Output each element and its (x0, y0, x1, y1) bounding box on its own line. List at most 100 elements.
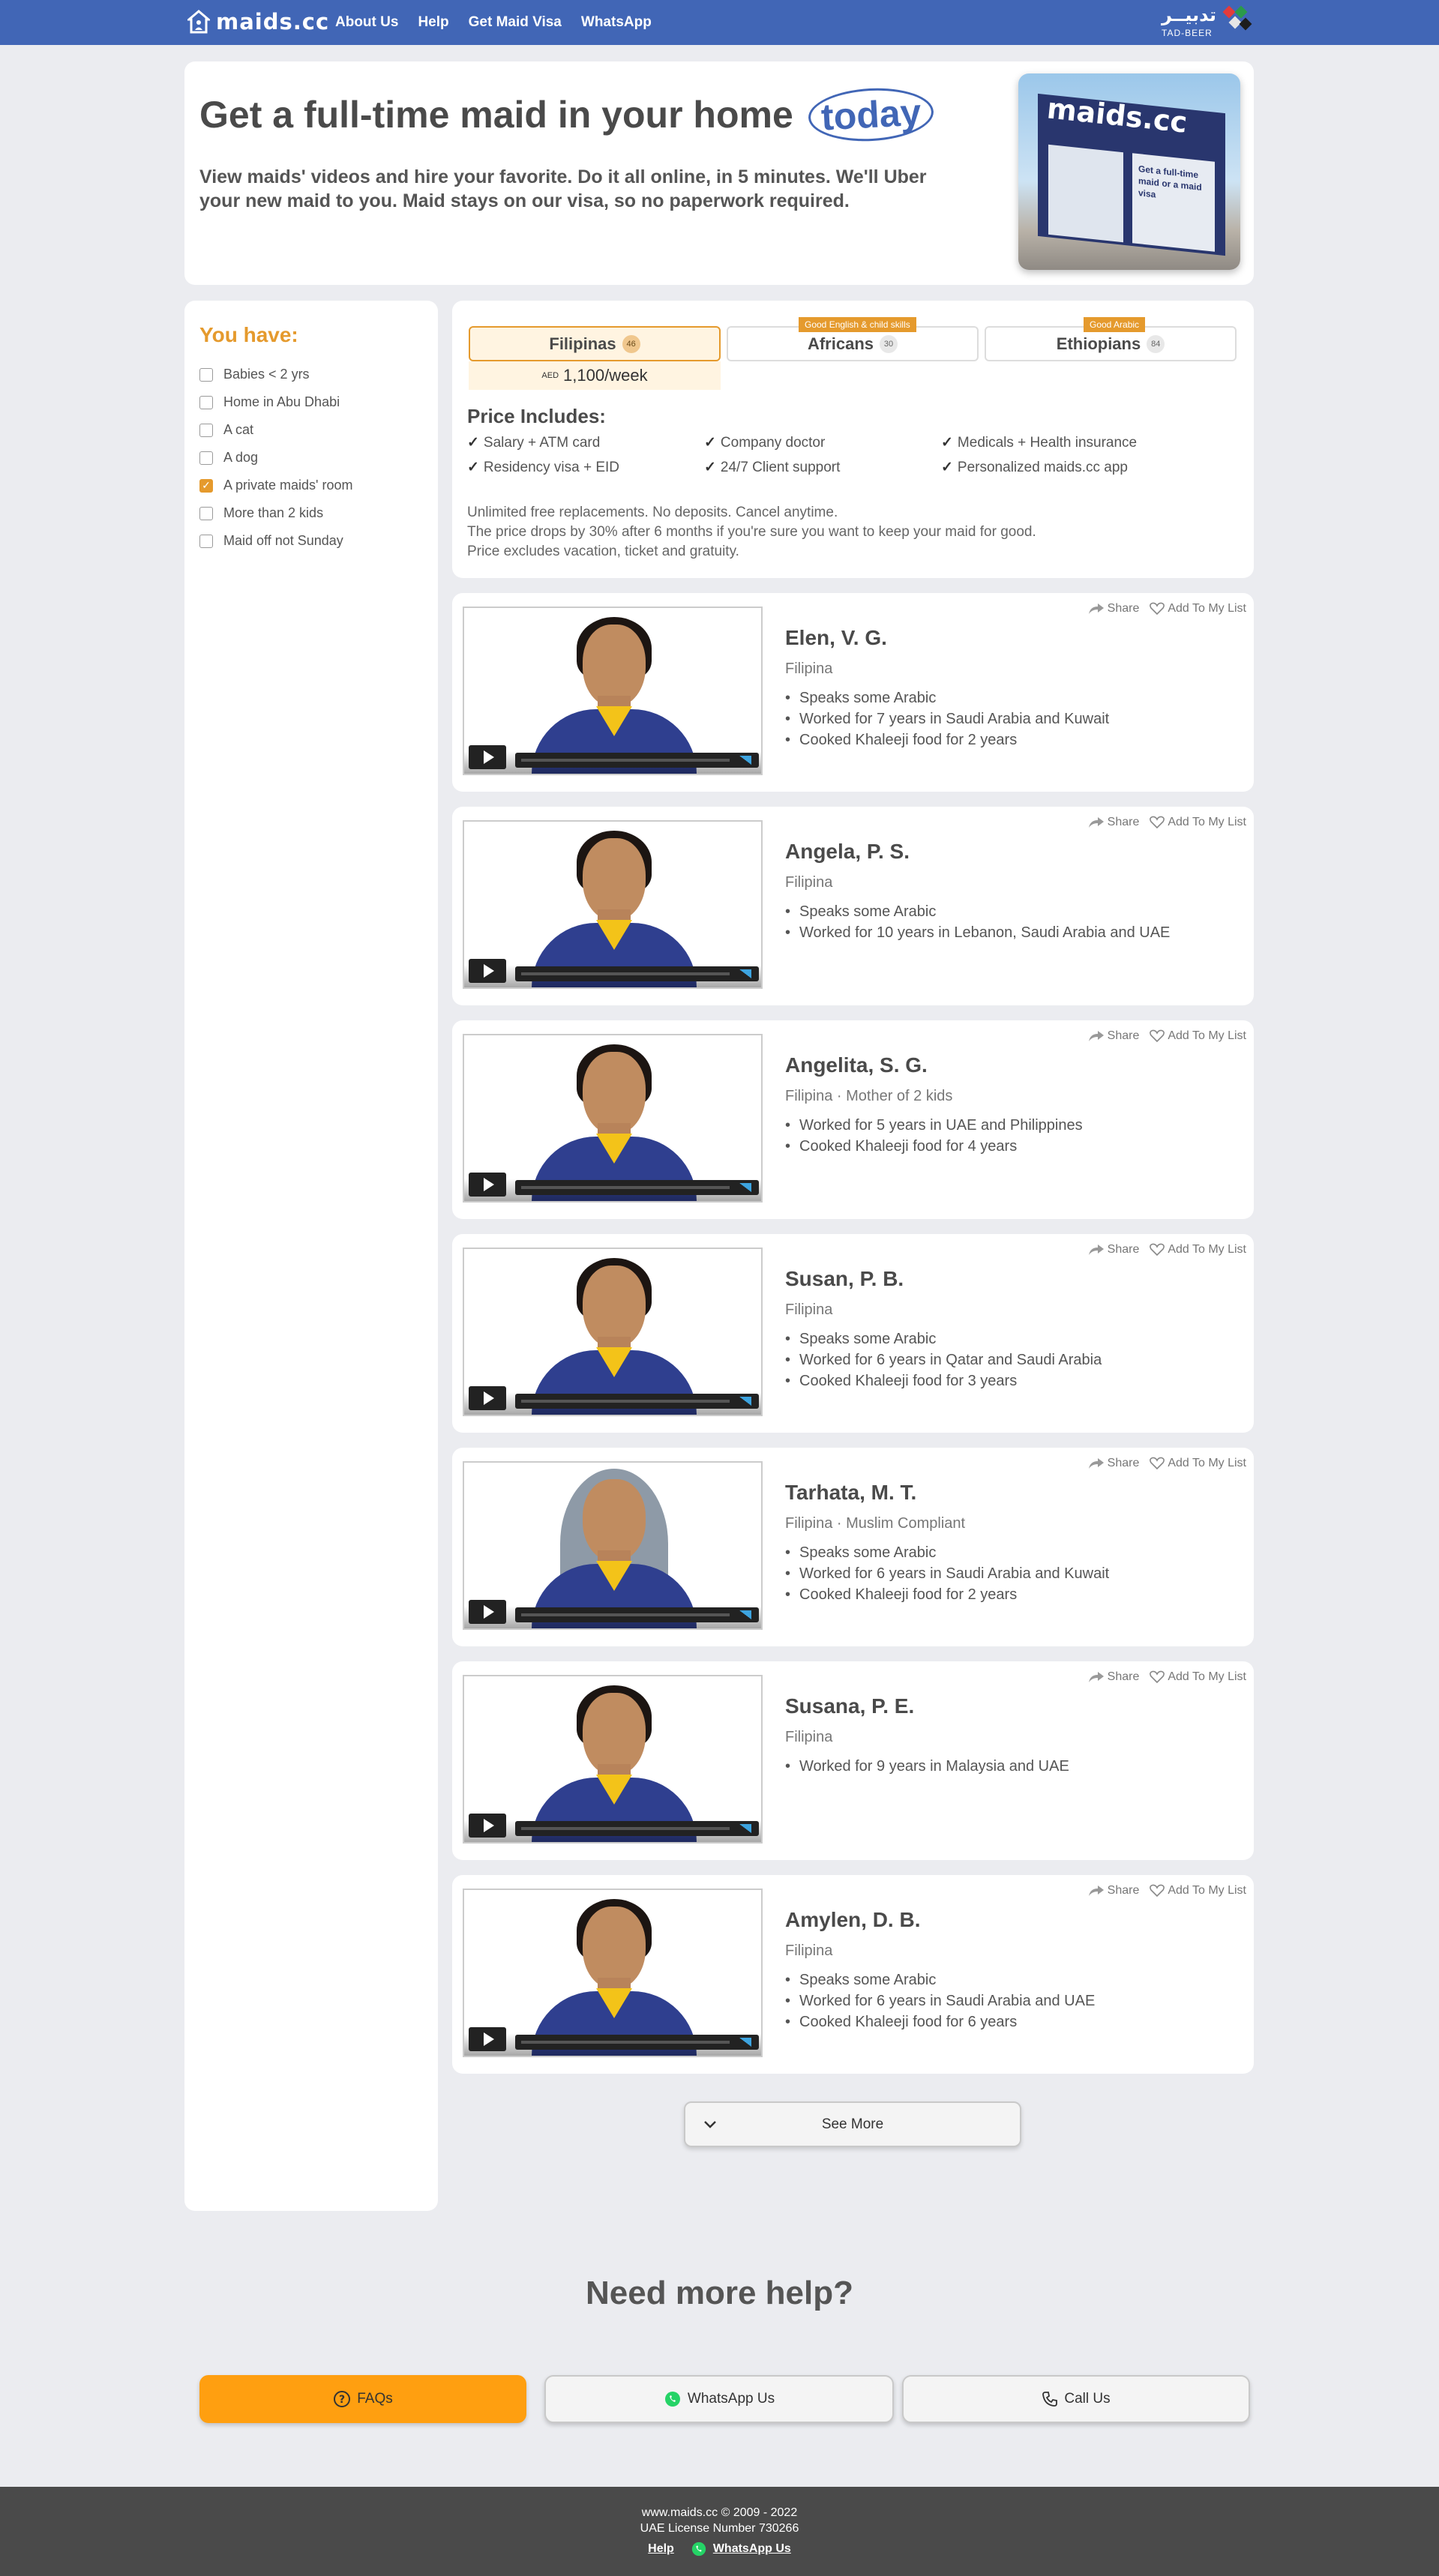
video-progress-bar[interactable] (515, 1394, 759, 1409)
maid-video-player[interactable] (463, 607, 763, 775)
tadbeer-english-name: TAD-BEER (1162, 28, 1213, 38)
filter-checkbox[interactable] (199, 451, 213, 465)
volume-icon[interactable] (739, 1824, 751, 1833)
nav-link-get-maid-visa[interactable]: Get Maid Visa (469, 14, 562, 31)
filter-label: A dog (223, 450, 259, 465)
add-to-list-button[interactable]: Add To My List (1150, 602, 1246, 616)
maid-video-player[interactable] (463, 1889, 763, 2057)
maid-card[interactable]: Share Add To My List Susan, P. B. Filipi… (452, 1234, 1254, 1433)
volume-icon[interactable] (739, 1183, 751, 1192)
volume-icon[interactable] (739, 756, 751, 765)
volume-icon[interactable] (739, 2038, 751, 2047)
share-button[interactable]: Share (1088, 1243, 1139, 1257)
play-icon[interactable] (469, 745, 506, 769)
maid-experience-item: Cooked Khaleeji food for 4 years (785, 1136, 1083, 1157)
maid-experience-item: Worked for 6 years in Saudi Arabia and K… (785, 1563, 1109, 1584)
share-icon (1088, 1245, 1104, 1255)
share-button[interactable]: Share (1088, 1670, 1139, 1684)
share-button[interactable]: Share (1088, 1029, 1139, 1043)
video-progress-bar[interactable] (515, 966, 759, 981)
maid-card[interactable]: Share Add To My List Angela, P. S. Filip… (452, 807, 1254, 1005)
maid-card[interactable]: Share Add To My List Angelita, S. G. Fil… (452, 1020, 1254, 1219)
volume-icon[interactable] (739, 1610, 751, 1619)
share-button[interactable]: Share (1088, 816, 1139, 829)
maid-name: Elen, V. G. (785, 626, 887, 649)
maid-nationality: Filipina (785, 1729, 833, 1745)
play-icon[interactable] (469, 1173, 506, 1197)
maid-video-player[interactable] (463, 1675, 763, 1844)
filter-option[interactable]: Home in Abu Dhabi (199, 388, 353, 416)
filter-option[interactable]: More than 2 kids (199, 499, 353, 527)
maid-card[interactable]: Share Add To My List Amylen, D. B. Filip… (452, 1875, 1254, 2074)
video-progress-bar[interactable] (515, 2035, 759, 2050)
maid-card[interactable]: Share Add To My List Elen, V. G. Filipin… (452, 593, 1254, 792)
filter-option[interactable]: Babies < 2 yrs (199, 361, 353, 388)
play-icon[interactable] (469, 1814, 506, 1838)
play-icon[interactable] (469, 1386, 506, 1410)
add-to-list-button[interactable]: Add To My List (1150, 1457, 1246, 1470)
chevron-down-icon (704, 2121, 716, 2128)
tab-filipinas[interactable]: Filipinas 46 (469, 326, 721, 361)
filter-checkbox[interactable] (199, 534, 213, 548)
nav-link-whatsapp[interactable]: WhatsApp (581, 14, 652, 31)
filter-checkbox[interactable]: ✓ (199, 478, 213, 493)
whatsapp-us-button[interactable]: WhatsApp Us (544, 2375, 894, 2423)
filter-label: Babies < 2 yrs (223, 367, 310, 382)
share-button[interactable]: Share (1088, 1884, 1139, 1898)
nav-link-about-us[interactable]: About Us (335, 14, 398, 31)
add-to-list-button[interactable]: Add To My List (1150, 816, 1246, 829)
card-actions: Share Add To My List (1088, 602, 1246, 616)
maid-card[interactable]: Share Add To My List Tarhata, M. T. Fili… (452, 1448, 1254, 1646)
tab-ethiopians[interactable]: Good Arabic Ethiopians 84 (985, 317, 1237, 361)
maid-video-player[interactable] (463, 1034, 763, 1203)
filter-option[interactable]: ✓ A private maids' room (199, 472, 353, 499)
video-progress-track (521, 1613, 730, 1616)
share-button[interactable]: Share (1088, 602, 1139, 616)
brand-logo[interactable]: maids.cc (187, 4, 329, 39)
maid-face (583, 1693, 646, 1775)
filter-checkbox[interactable] (199, 395, 213, 409)
maid-video-player[interactable] (463, 820, 763, 989)
play-icon[interactable] (469, 959, 506, 983)
video-progress-bar[interactable] (515, 753, 759, 768)
maid-experience-list: Worked for 9 years in Malaysia and UAE (785, 1756, 1069, 1777)
add-to-list-button[interactable]: Add To My List (1150, 1670, 1246, 1684)
play-icon[interactable] (469, 2027, 506, 2051)
call-us-button[interactable]: Call Us (902, 2375, 1250, 2423)
footer-whatsapp-link[interactable]: WhatsApp Us (691, 2541, 791, 2557)
maid-video-player[interactable] (463, 1248, 763, 1416)
add-to-list-button[interactable]: Add To My List (1150, 1884, 1246, 1898)
add-to-list-button[interactable]: Add To My List (1150, 1029, 1246, 1043)
faqs-button[interactable]: ? FAQs (199, 2375, 526, 2423)
whatsapp-us-label: WhatsApp Us (687, 2391, 775, 2407)
maid-video-player[interactable] (463, 1461, 763, 1630)
share-button[interactable]: Share (1088, 1457, 1139, 1470)
filter-label: Home in Abu Dhabi (223, 394, 340, 409)
maid-card[interactable]: Share Add To My List Susana, P. E. Filip… (452, 1661, 1254, 1860)
filter-title: You have: (199, 323, 298, 346)
video-progress-bar[interactable] (515, 1180, 759, 1195)
filter-checkbox[interactable] (199, 506, 213, 520)
filter-option[interactable]: Maid off not Sunday (199, 527, 353, 555)
tadbeer-arabic-name: تدبيــر (1162, 4, 1217, 25)
house-logo-icon (187, 10, 210, 34)
see-more-button[interactable]: See More (684, 2101, 1021, 2147)
filter-option[interactable]: A cat (199, 416, 353, 444)
filter-checkbox[interactable] (199, 367, 213, 382)
volume-icon[interactable] (739, 969, 751, 978)
video-progress-bar[interactable] (515, 1607, 759, 1622)
footer-help-link[interactable]: Help (648, 2542, 674, 2556)
filter-label: More than 2 kids (223, 505, 324, 520)
tab-africans[interactable]: Good English & child skills Africans 30 (727, 317, 979, 361)
maid-experience-item: Worked for 9 years in Malaysia and UAE (785, 1756, 1069, 1777)
add-to-list-button[interactable]: Add To My List (1150, 1243, 1246, 1257)
footer: www.maids.cc © 2009 - 2022 UAE License N… (0, 2487, 1439, 2576)
volume-icon[interactable] (739, 1397, 751, 1406)
filter-label: Maid off not Sunday (223, 533, 343, 548)
maid-nationality: Filipina (785, 1942, 833, 1959)
video-progress-bar[interactable] (515, 1821, 759, 1836)
filter-option[interactable]: A dog (199, 444, 353, 472)
filter-checkbox[interactable] (199, 423, 213, 437)
play-icon[interactable] (469, 1600, 506, 1624)
nav-link-help[interactable]: Help (418, 14, 448, 31)
